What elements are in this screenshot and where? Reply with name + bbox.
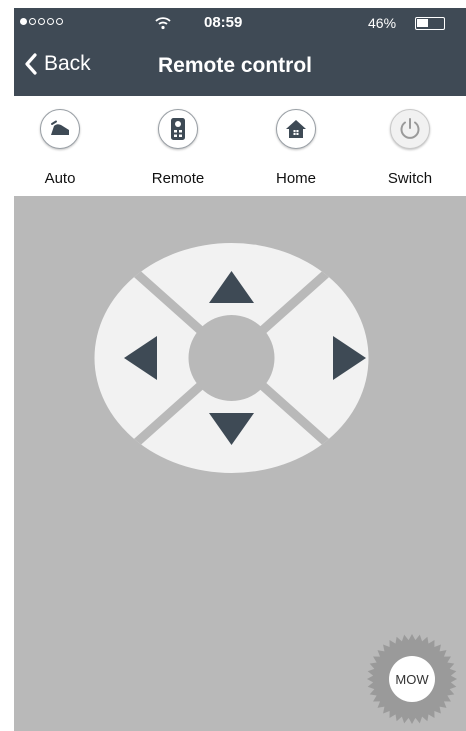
switch-button[interactable]: Switch <box>364 96 454 196</box>
home-label: Home <box>275 170 316 187</box>
signal-dot <box>47 18 54 25</box>
dpad-center <box>188 315 275 401</box>
back-label: Back <box>44 52 91 75</box>
home-icon <box>286 120 306 138</box>
mow-label: MOW <box>395 672 429 687</box>
auto-mow-icon <box>51 120 69 135</box>
chevron-left-icon <box>25 53 37 75</box>
signal-strength-icon <box>20 18 63 25</box>
battery-percent: 46% <box>368 15 397 31</box>
signal-dot <box>29 18 36 25</box>
signal-dot <box>20 18 27 25</box>
wifi-icon <box>155 17 171 30</box>
remote-icon <box>171 118 185 140</box>
navigation-bar: Back Remote control <box>14 38 466 96</box>
status-bar: 08:59 46% <box>14 8 466 38</box>
home-button-circle <box>276 109 316 149</box>
mode-toolbar: Auto Remote Home Switch <box>14 96 466 196</box>
status-time: 08:59 <box>204 14 243 31</box>
remote-button-circle <box>158 109 198 149</box>
page-title: Remote control <box>158 54 313 77</box>
power-icon <box>400 118 420 139</box>
auto-button[interactable]: Auto <box>14 96 104 196</box>
remote-control-area: MOW <box>14 196 466 731</box>
home-button[interactable]: Home <box>250 96 340 196</box>
auto-label: Auto <box>44 170 76 187</box>
remote-label: Remote <box>151 170 205 187</box>
mow-button[interactable]: MOW <box>366 633 458 725</box>
switch-label: Switch <box>387 170 433 187</box>
direction-pad <box>94 243 369 473</box>
battery-level-fill <box>417 19 428 27</box>
remote-button[interactable]: Remote <box>132 96 222 196</box>
battery-icon <box>415 17 445 30</box>
signal-dot <box>56 18 63 25</box>
back-button[interactable]: Back <box>24 52 91 76</box>
switch-button-circle <box>390 109 430 149</box>
app-screen: 08:59 46% Back Remote control Auto Remot… <box>14 8 466 731</box>
signal-dot <box>38 18 45 25</box>
auto-button-circle <box>40 109 80 149</box>
